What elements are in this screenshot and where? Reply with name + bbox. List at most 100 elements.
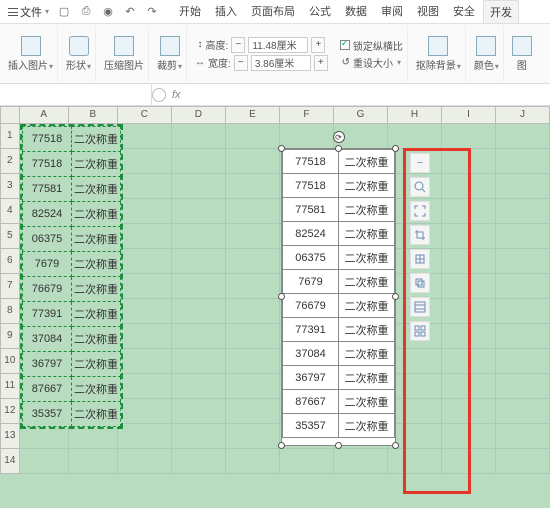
- cell[interactable]: [226, 174, 280, 199]
- cell[interactable]: [226, 199, 280, 224]
- row-header[interactable]: 14: [0, 449, 20, 474]
- cell[interactable]: [118, 399, 172, 424]
- row-header[interactable]: 1: [0, 124, 20, 149]
- col-header-D[interactable]: D: [172, 106, 226, 124]
- cell[interactable]: [496, 424, 550, 449]
- save-icon[interactable]: ▢: [56, 4, 72, 20]
- col-header-G[interactable]: G: [334, 106, 388, 124]
- col-header-F[interactable]: F: [280, 106, 334, 124]
- print-icon[interactable]: ⎙: [78, 4, 94, 20]
- color-button[interactable]: 颜色▾: [470, 26, 504, 81]
- col-header-B[interactable]: B: [69, 106, 118, 124]
- compress-button[interactable]: 压缩图片: [100, 26, 149, 81]
- cell[interactable]: [172, 424, 226, 449]
- cell[interactable]: [172, 299, 226, 324]
- col-header-J[interactable]: J: [496, 106, 550, 124]
- height-inc[interactable]: +: [311, 37, 325, 53]
- crop-button[interactable]: 裁剪▾: [153, 26, 187, 81]
- cell[interactable]: [496, 249, 550, 274]
- width-inc[interactable]: +: [314, 55, 328, 71]
- cell[interactable]: [118, 299, 172, 324]
- tab-dev[interactable]: 开发: [483, 0, 519, 23]
- tool-brightness-icon[interactable]: [410, 249, 430, 269]
- tool-settings-icon[interactable]: [410, 321, 430, 341]
- tool-minus-icon[interactable]: −: [410, 153, 430, 173]
- col-header-H[interactable]: H: [388, 106, 442, 124]
- resize-handle-t[interactable]: [335, 145, 342, 152]
- resize-handle-b[interactable]: [335, 442, 342, 449]
- cell[interactable]: [496, 274, 550, 299]
- cell[interactable]: [118, 449, 172, 474]
- cell[interactable]: [118, 149, 172, 174]
- lock-ratio-check[interactable]: 锁定纵横比: [340, 38, 403, 53]
- tab-data[interactable]: 数据: [339, 0, 373, 23]
- cell[interactable]: [118, 199, 172, 224]
- tab-layout[interactable]: 页面布局: [245, 0, 301, 23]
- cell[interactable]: [172, 249, 226, 274]
- row-header[interactable]: 8: [0, 299, 20, 324]
- cell[interactable]: [496, 449, 550, 474]
- cell[interactable]: [226, 399, 280, 424]
- fx-icon[interactable]: fx: [166, 89, 187, 101]
- width-dec[interactable]: −: [234, 55, 248, 71]
- row-header[interactable]: 4: [0, 199, 20, 224]
- cell[interactable]: [226, 374, 280, 399]
- cell[interactable]: [226, 249, 280, 274]
- tab-view[interactable]: 视图: [411, 0, 445, 23]
- row-header[interactable]: 11: [0, 374, 20, 399]
- cell[interactable]: [172, 149, 226, 174]
- resize-handle-l[interactable]: [278, 293, 285, 300]
- tool-zoom-icon[interactable]: [410, 177, 430, 197]
- cell[interactable]: [496, 124, 550, 149]
- pic-button[interactable]: 图: [508, 26, 536, 81]
- tab-insert[interactable]: 插入: [209, 0, 243, 23]
- col-header-C[interactable]: C: [118, 106, 172, 124]
- col-header-I[interactable]: I: [442, 106, 496, 124]
- cell[interactable]: [226, 449, 280, 474]
- rotate-handle[interactable]: ⟳: [333, 131, 345, 143]
- redo-icon[interactable]: ↷: [144, 4, 160, 20]
- cell[interactable]: [496, 324, 550, 349]
- resize-handle-bl[interactable]: [278, 442, 285, 449]
- cell[interactable]: [118, 274, 172, 299]
- resize-handle-tl[interactable]: [278, 145, 285, 152]
- cell[interactable]: [226, 424, 280, 449]
- cell[interactable]: [496, 299, 550, 324]
- col-header-E[interactable]: E: [226, 106, 280, 124]
- cell[interactable]: [172, 324, 226, 349]
- row-header[interactable]: 12: [0, 399, 20, 424]
- row-header[interactable]: 9: [0, 324, 20, 349]
- cell[interactable]: [172, 349, 226, 374]
- cell[interactable]: [496, 349, 550, 374]
- cancel-icon[interactable]: [152, 88, 166, 102]
- row-header[interactable]: 2: [0, 149, 20, 174]
- tool-copy-icon[interactable]: [410, 273, 430, 293]
- cell[interactable]: [118, 174, 172, 199]
- tool-grid-icon[interactable]: [410, 297, 430, 317]
- cell[interactable]: [226, 349, 280, 374]
- select-all-corner[interactable]: [0, 106, 20, 124]
- cell[interactable]: [280, 124, 334, 149]
- cell[interactable]: [118, 324, 172, 349]
- cell[interactable]: [172, 274, 226, 299]
- reset-size-button[interactable]: ↺重设大小▾: [342, 55, 401, 70]
- tab-formula[interactable]: 公式: [303, 0, 337, 23]
- cell[interactable]: [172, 374, 226, 399]
- cell[interactable]: [496, 174, 550, 199]
- row-header[interactable]: 13: [0, 424, 20, 449]
- row-header[interactable]: 3: [0, 174, 20, 199]
- cell[interactable]: [118, 249, 172, 274]
- row-header[interactable]: 6: [0, 249, 20, 274]
- cell[interactable]: [172, 124, 226, 149]
- resize-handle-tr[interactable]: [392, 145, 399, 152]
- height-input[interactable]: 11.48厘米: [248, 37, 308, 53]
- tool-crop-icon[interactable]: [410, 225, 430, 245]
- inserted-image-object[interactable]: ⟳ 77518二次称重77518二次称重77581二次称重82524二次称重06…: [281, 148, 396, 446]
- insert-picture-button[interactable]: 插入图片▾: [4, 26, 58, 81]
- col-header-A[interactable]: A: [20, 106, 69, 124]
- preview-icon[interactable]: ◉: [100, 4, 116, 20]
- cell[interactable]: [226, 124, 280, 149]
- row-header[interactable]: 10: [0, 349, 20, 374]
- cell[interactable]: [118, 374, 172, 399]
- cell[interactable]: [496, 199, 550, 224]
